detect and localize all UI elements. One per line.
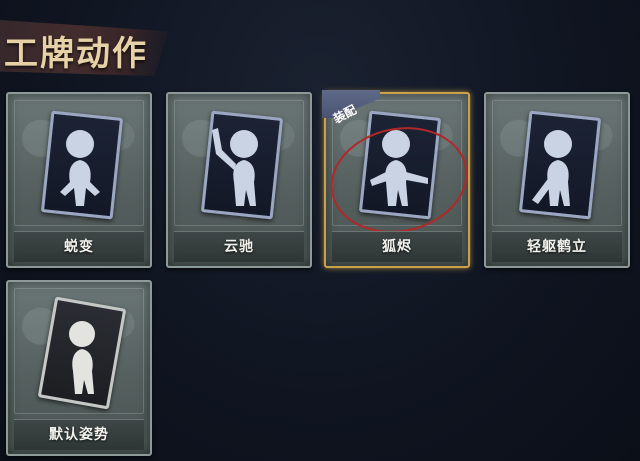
action-card-cloud-ride[interactable]: 云驰 [166,92,312,268]
action-card-transform[interactable]: 蜕变 [6,92,152,268]
title-banner: 工牌动作 [0,14,170,76]
figure-silhouette-icon [370,130,428,206]
action-card-fox-ember[interactable]: 狐烬 装配 [320,90,478,268]
card-label: 狐烬 [382,239,412,255]
figure-silhouette-icon [212,128,258,206]
figure-silhouette-icon [532,130,572,206]
figure-silhouette-icon [69,321,95,394]
page-title: 工牌动作 [4,34,148,74]
action-card-default-pose[interactable]: 默认姿势 [6,280,152,456]
card-label: 蜕变 [64,239,94,255]
action-selection-screen: 工牌动作 蜕变 云驰 狐烬 装配 轻躯鹤立 默认姿势 [0,0,640,461]
card-label: 默认姿势 [49,427,109,443]
card-label: 轻躯鹤立 [527,239,587,255]
action-card-crane-stand[interactable]: 轻躯鹤立 [484,92,630,268]
figure-silhouette-icon [60,130,100,206]
card-label: 云驰 [224,239,254,255]
